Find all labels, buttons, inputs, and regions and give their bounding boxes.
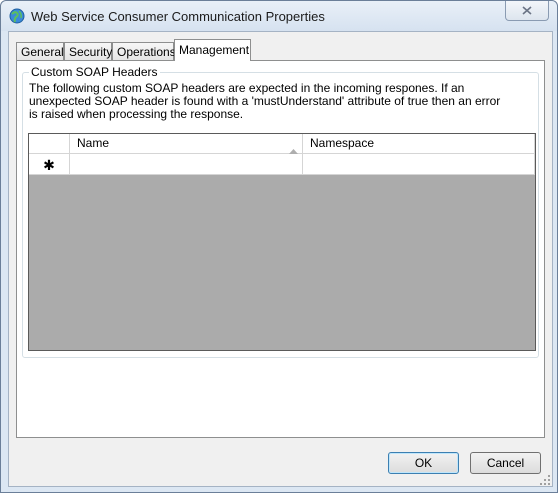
soap-headers-grid[interactable]: Name Namespace ✱ xyxy=(28,133,536,351)
custom-soap-headers-group: Custom SOAP Headers The following custom… xyxy=(22,65,539,358)
close-icon xyxy=(522,4,532,18)
grid-header: Name Namespace xyxy=(29,134,535,154)
globe-window-icon xyxy=(9,8,25,24)
dialog-client-area: General Security Operations Management C… xyxy=(8,31,553,487)
new-row-namespace-cell[interactable] xyxy=(303,154,535,175)
ok-button[interactable]: OK xyxy=(388,452,459,474)
column-header-namespace[interactable]: Namespace xyxy=(303,134,535,154)
new-row-name-cell[interactable] xyxy=(70,154,303,175)
window-title: Web Service Consumer Communication Prope… xyxy=(31,9,325,24)
column-header-name[interactable]: Name xyxy=(70,134,303,154)
column-header-namespace-label: Namespace xyxy=(310,136,375,150)
tab-general[interactable]: General xyxy=(16,42,64,60)
close-button[interactable] xyxy=(505,1,549,21)
group-description: The following custom SOAP headers are ex… xyxy=(29,81,501,121)
dialog-window: Web Service Consumer Communication Prope… xyxy=(0,0,558,493)
tab-security[interactable]: Security xyxy=(64,42,112,60)
group-title: Custom SOAP Headers xyxy=(29,65,160,79)
management-tab-panel: Custom SOAP Headers The following custom… xyxy=(16,60,545,438)
new-row[interactable]: ✱ xyxy=(29,154,535,175)
tab-management[interactable]: Management xyxy=(174,39,251,61)
column-header-name-label: Name xyxy=(77,136,110,150)
row-header-corner xyxy=(29,134,70,154)
new-row-marker-icon: ✱ xyxy=(29,154,70,175)
cancel-button[interactable]: Cancel xyxy=(470,452,541,474)
tab-operations[interactable]: Operations xyxy=(112,42,176,60)
resize-grip-icon[interactable] xyxy=(540,474,550,485)
title-bar[interactable]: Web Service Consumer Communication Prope… xyxy=(1,1,557,31)
